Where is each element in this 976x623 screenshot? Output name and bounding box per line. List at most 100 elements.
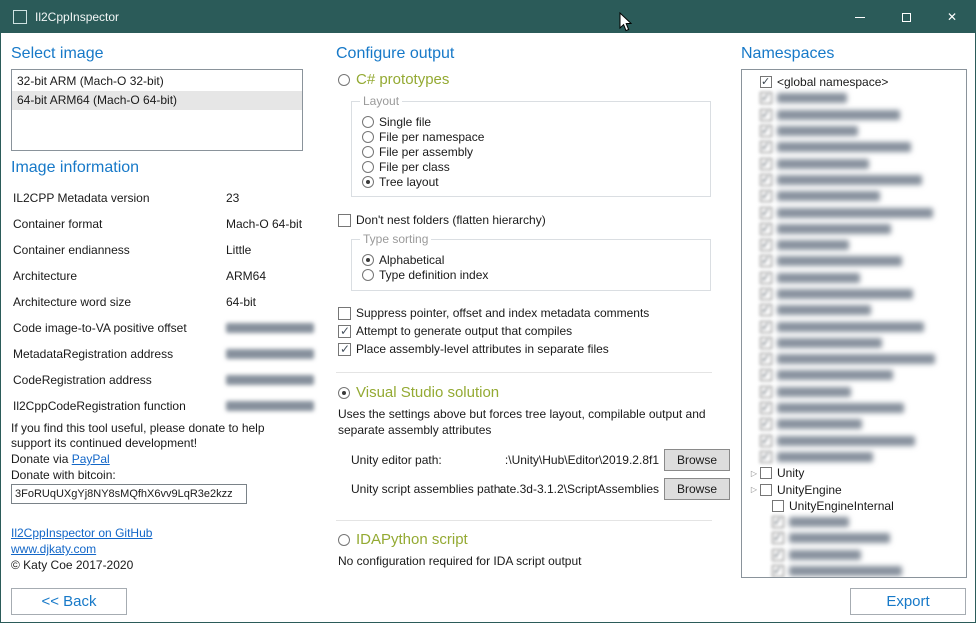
unityengineinternal-checkbox[interactable] bbox=[772, 500, 784, 512]
namespace-row-redacted[interactable] bbox=[748, 237, 962, 253]
tree-layout-radio[interactable] bbox=[362, 176, 374, 188]
visual-studio-radio[interactable] bbox=[338, 387, 350, 399]
namespace-row-redacted[interactable] bbox=[748, 204, 962, 220]
namespace-checkbox[interactable] bbox=[760, 109, 772, 121]
layout-option-file-per-assembly[interactable]: File per assembly bbox=[352, 144, 710, 159]
namespace-row-redacted[interactable] bbox=[748, 384, 962, 400]
unity-editor-path-value[interactable]: :\Unity\Hub\Editor\2019.2.8f1 bbox=[431, 453, 659, 467]
image-list-item-selected[interactable]: 64-bit ARM64 (Mach-O 64-bit) bbox=[12, 91, 302, 110]
namespace-row-redacted[interactable] bbox=[748, 547, 962, 563]
unity-checkbox[interactable] bbox=[760, 467, 772, 479]
layout-option-file-per-namespace[interactable]: File per namespace bbox=[352, 129, 710, 144]
titlebar[interactable]: Il2CppInspector ✕ bbox=[1, 1, 975, 33]
layout-option-single-file[interactable]: Single file bbox=[352, 114, 710, 129]
layout-option-tree-layout[interactable]: Tree layout bbox=[352, 174, 710, 189]
minimize-button[interactable] bbox=[837, 1, 883, 33]
csharp-prototypes-radio[interactable] bbox=[338, 74, 350, 86]
back-button[interactable]: << Back bbox=[11, 588, 127, 615]
unity-script-path-value[interactable]: ate.3d-3.1.2\ScriptAssemblies bbox=[471, 482, 659, 496]
namespace-row-redacted[interactable] bbox=[748, 367, 962, 383]
namespace-checkbox[interactable] bbox=[772, 532, 784, 544]
idapython-radio[interactable] bbox=[338, 534, 350, 546]
expander-icon[interactable]: ▷ bbox=[748, 485, 760, 494]
namespace-checkbox[interactable] bbox=[760, 451, 772, 463]
namespace-checkbox[interactable] bbox=[760, 288, 772, 300]
file-per-class-radio[interactable] bbox=[362, 161, 374, 173]
bitcoin-address-input[interactable] bbox=[11, 484, 247, 504]
namespace-checkbox[interactable] bbox=[760, 353, 772, 365]
namespace-row-redacted[interactable] bbox=[748, 433, 962, 449]
namespace-checkbox[interactable] bbox=[760, 158, 772, 170]
flatten-hierarchy-checkbox[interactable] bbox=[338, 214, 351, 227]
type-definition-index-radio[interactable] bbox=[362, 269, 374, 281]
namespace-checkbox[interactable] bbox=[760, 141, 772, 153]
namespace-row-redacted[interactable] bbox=[748, 253, 962, 269]
namespaces-panel[interactable]: <global namespace> ▷ Unity ▷ UnityEngine… bbox=[741, 69, 967, 578]
namespace-row-redacted[interactable] bbox=[748, 123, 962, 139]
namespace-row-redacted[interactable] bbox=[748, 563, 962, 578]
close-button[interactable]: ✕ bbox=[929, 1, 975, 33]
namespace-checkbox[interactable] bbox=[760, 386, 772, 398]
namespace-checkbox[interactable] bbox=[760, 337, 772, 349]
type-sorting-alphabetical[interactable]: Alphabetical bbox=[352, 252, 710, 267]
namespace-checkbox[interactable] bbox=[760, 125, 772, 137]
namespace-row-redacted[interactable] bbox=[748, 172, 962, 188]
namespace-row-redacted[interactable] bbox=[748, 221, 962, 237]
namespace-row-redacted[interactable] bbox=[748, 188, 962, 204]
global-namespace-checkbox[interactable] bbox=[760, 76, 772, 88]
unityengine-checkbox[interactable] bbox=[760, 484, 772, 496]
namespace-row-redacted[interactable] bbox=[748, 335, 962, 351]
website-link[interactable]: www.djkaty.com bbox=[11, 542, 96, 556]
namespace-row-redacted[interactable] bbox=[748, 449, 962, 465]
namespace-checkbox[interactable] bbox=[760, 239, 772, 251]
browse-script-button[interactable]: Browse bbox=[664, 478, 730, 500]
namespace-row-redacted[interactable] bbox=[748, 139, 962, 155]
namespace-checkbox[interactable] bbox=[760, 321, 772, 333]
separate-attributes-checkbox[interactable] bbox=[338, 343, 351, 356]
flatten-hierarchy-option[interactable]: Don't nest folders (flatten hierarchy) bbox=[338, 213, 546, 227]
namespace-checkbox[interactable] bbox=[772, 549, 784, 561]
namespace-row-unityengineinternal[interactable]: UnityEngineInternal bbox=[748, 498, 962, 514]
namespace-row-unityengine[interactable]: ▷ UnityEngine bbox=[748, 481, 962, 497]
namespace-row-global[interactable]: <global namespace> bbox=[748, 74, 962, 90]
alphabetical-radio[interactable] bbox=[362, 254, 374, 266]
namespace-row-unity[interactable]: ▷ Unity bbox=[748, 465, 962, 481]
file-per-namespace-radio[interactable] bbox=[362, 131, 374, 143]
github-link[interactable]: Il2CppInspector on GitHub bbox=[11, 526, 152, 540]
namespace-row-redacted[interactable] bbox=[748, 90, 962, 106]
namespace-checkbox[interactable] bbox=[772, 565, 784, 577]
namespace-checkbox[interactable] bbox=[760, 92, 772, 104]
export-button[interactable]: Export bbox=[850, 588, 966, 615]
suppress-comments-option[interactable]: Suppress pointer, offset and index metad… bbox=[338, 306, 649, 320]
namespace-row-redacted[interactable] bbox=[748, 416, 962, 432]
namespace-checkbox[interactable] bbox=[760, 402, 772, 414]
namespace-checkbox[interactable] bbox=[760, 418, 772, 430]
namespace-checkbox[interactable] bbox=[760, 223, 772, 235]
image-listbox[interactable]: 32-bit ARM (Mach-O 32-bit) 64-bit ARM64 … bbox=[11, 69, 303, 151]
namespace-row-redacted[interactable] bbox=[748, 318, 962, 334]
namespace-checkbox[interactable] bbox=[760, 369, 772, 381]
namespace-checkbox[interactable] bbox=[760, 435, 772, 447]
namespace-checkbox[interactable] bbox=[772, 516, 784, 528]
file-per-assembly-radio[interactable] bbox=[362, 146, 374, 158]
output-compiles-checkbox[interactable] bbox=[338, 325, 351, 338]
namespace-checkbox[interactable] bbox=[760, 255, 772, 267]
suppress-comments-checkbox[interactable] bbox=[338, 307, 351, 320]
type-sorting-definition-index[interactable]: Type definition index bbox=[352, 267, 710, 282]
single-file-radio[interactable] bbox=[362, 116, 374, 128]
paypal-link[interactable]: PayPal bbox=[72, 452, 110, 466]
maximize-button[interactable] bbox=[883, 1, 929, 33]
namespace-row-redacted[interactable] bbox=[748, 514, 962, 530]
namespace-checkbox[interactable] bbox=[760, 272, 772, 284]
image-list-item[interactable]: 32-bit ARM (Mach-O 32-bit) bbox=[12, 72, 302, 91]
namespace-row-redacted[interactable] bbox=[748, 400, 962, 416]
namespace-checkbox[interactable] bbox=[760, 174, 772, 186]
namespace-row-redacted[interactable] bbox=[748, 530, 962, 546]
namespace-row-redacted[interactable] bbox=[748, 155, 962, 171]
csharp-prototypes-option[interactable]: C# prototypes bbox=[338, 71, 449, 88]
namespace-row-redacted[interactable] bbox=[748, 286, 962, 302]
separate-attributes-option[interactable]: Place assembly-level attributes in separ… bbox=[338, 342, 609, 356]
namespace-checkbox[interactable] bbox=[760, 190, 772, 202]
namespace-checkbox[interactable] bbox=[760, 304, 772, 316]
visual-studio-option[interactable]: Visual Studio solution bbox=[338, 384, 499, 401]
